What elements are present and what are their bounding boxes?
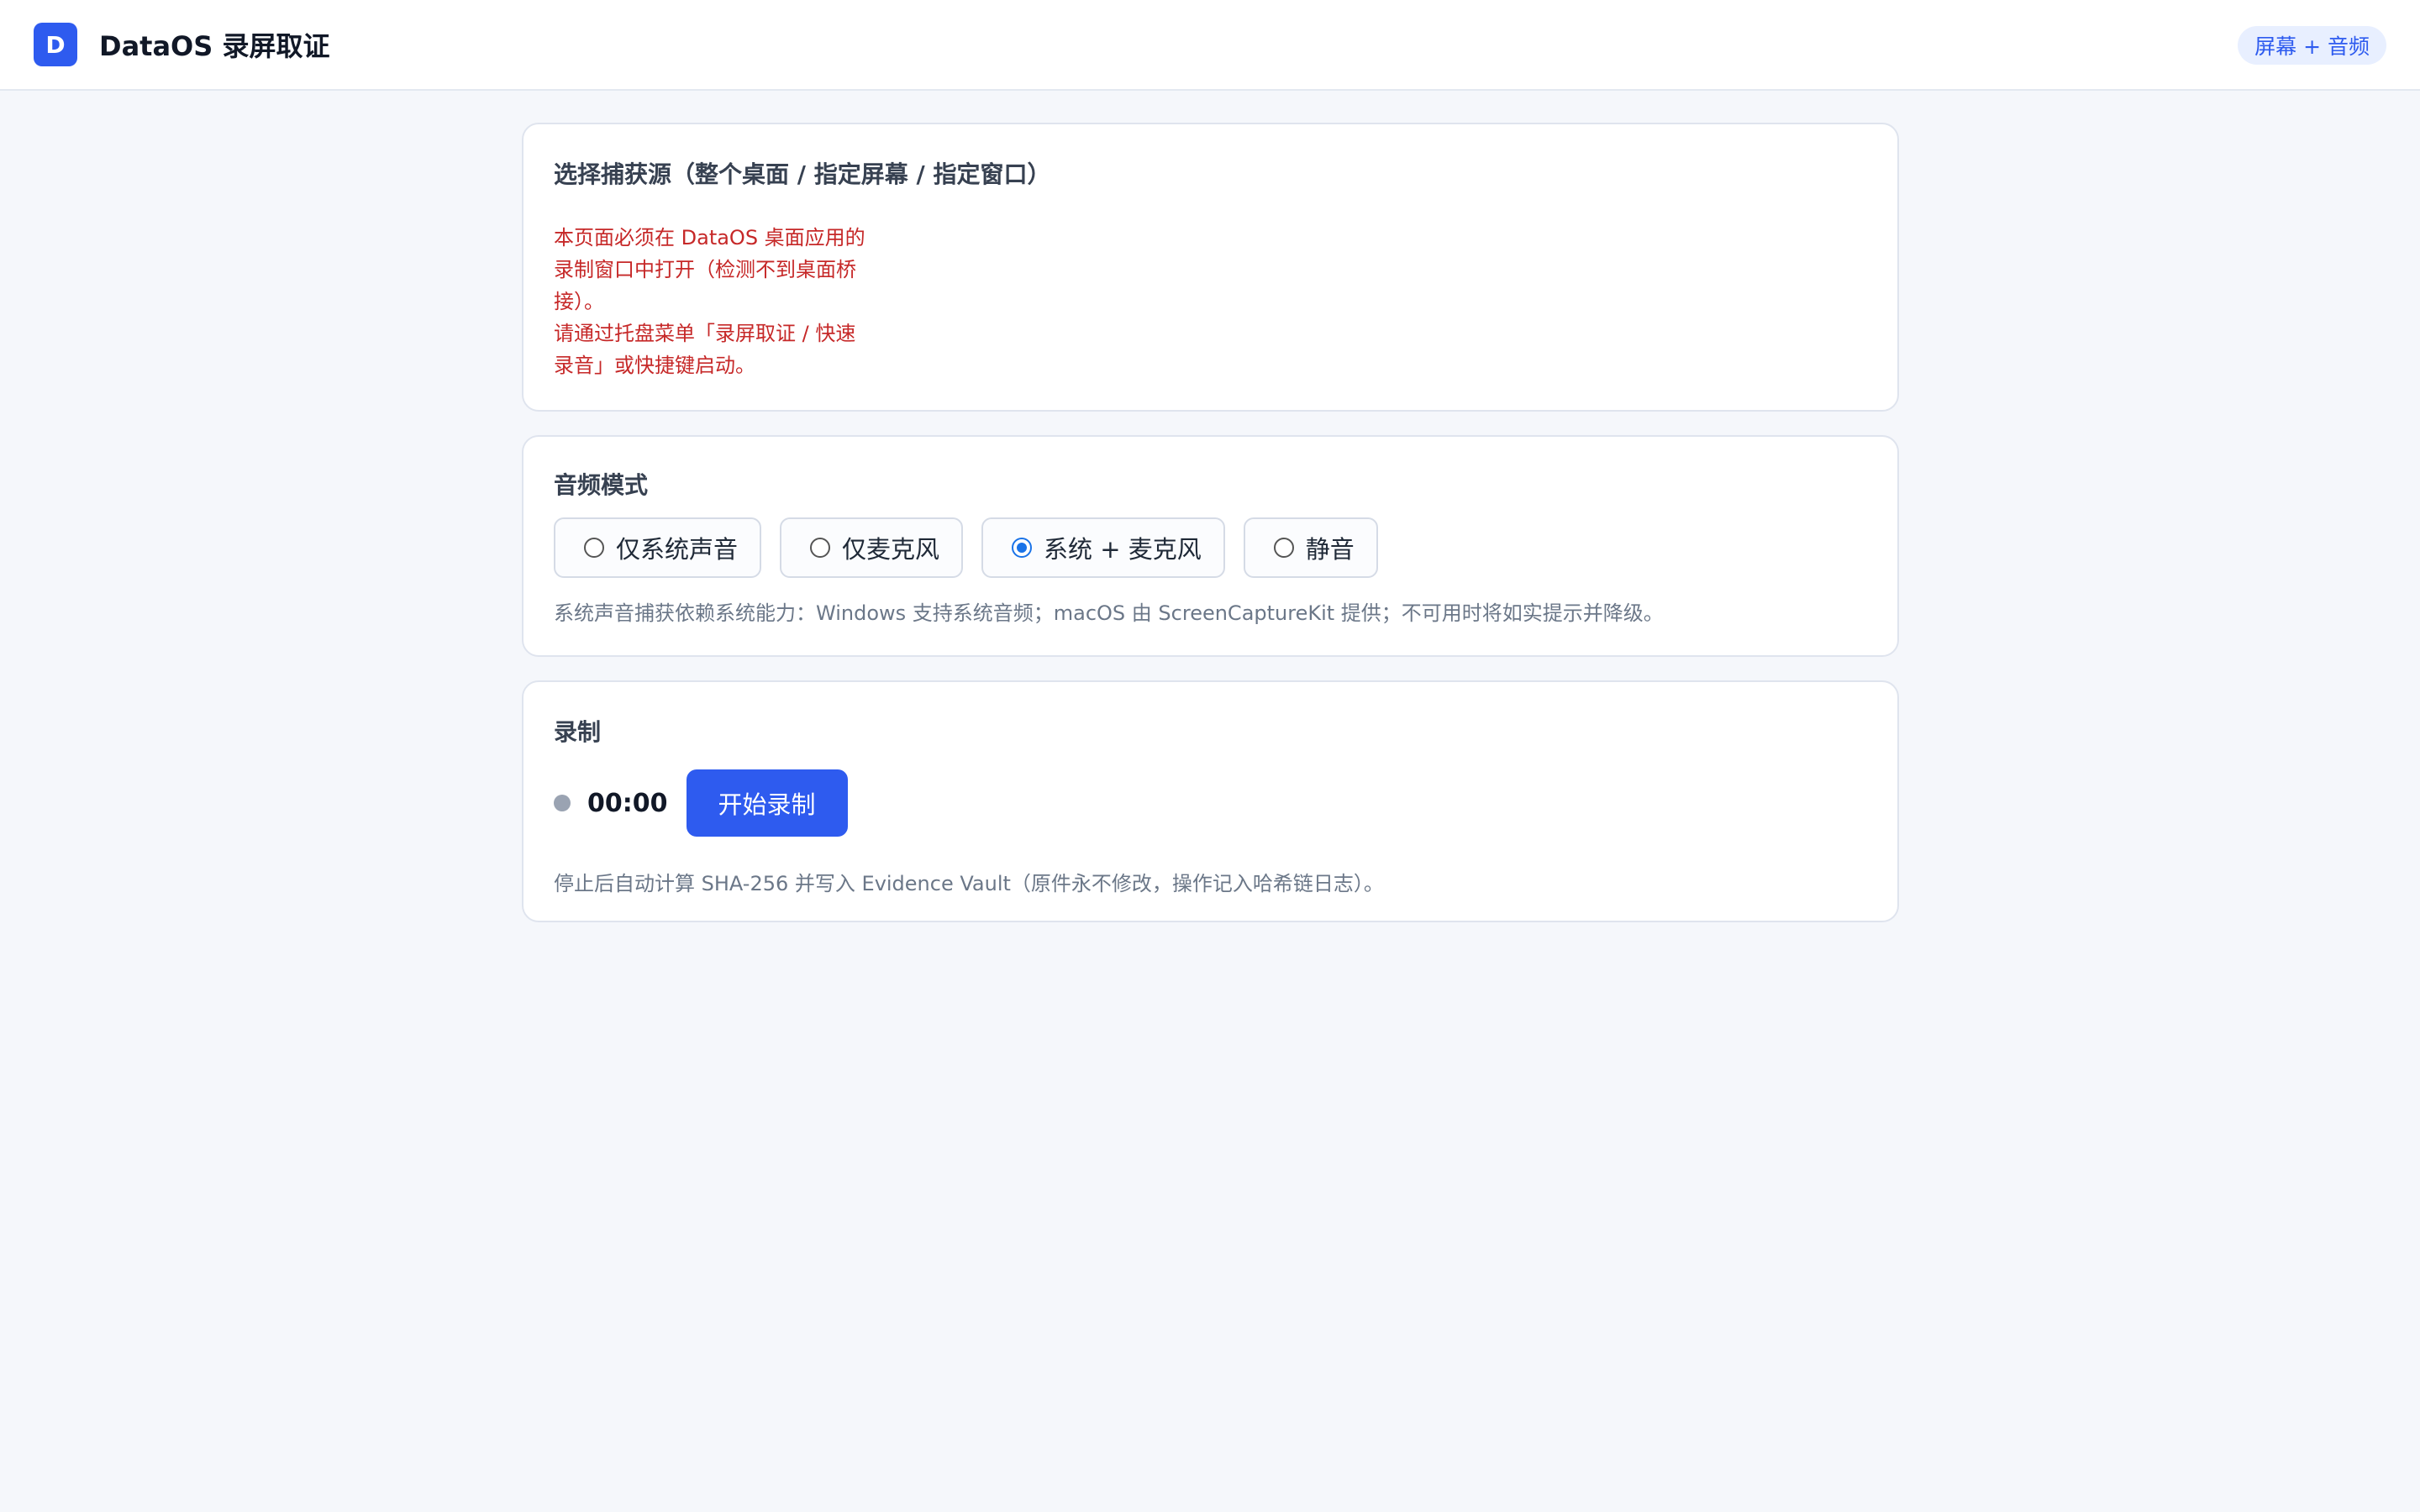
mode-badge: 屏幕 + 音频: [2238, 26, 2386, 65]
audio-mode-hint: 系统声音捕获依赖系统能力：Windows 支持系统音频；macOS 由 Scre…: [554, 601, 1664, 625]
audio-mode-title: 音频模式: [554, 471, 649, 499]
audio-option-system-mic[interactable]: 系统 + 麦克风: [981, 517, 1225, 578]
app-title: DataOS 录屏取证: [99, 30, 330, 62]
warning-line: 请通过托盘菜单「录屏取证 / 快速: [554, 322, 856, 345]
audio-option-system[interactable]: 仅系统声音: [554, 517, 762, 578]
audio-mode-radio-group: 仅系统声音 仅麦克风 系统 + 麦克风 静音: [554, 517, 1867, 578]
app-logo: D: [34, 23, 77, 66]
audio-option-label: 仅系统声音: [616, 535, 739, 564]
recording-status-dot-icon: [554, 795, 571, 811]
capture-source-title: 选择捕获源（整个桌面 / 指定屏幕 / 指定窗口）: [554, 160, 1051, 188]
radio-button-icon[interactable]: [810, 538, 831, 558]
radio-button-icon[interactable]: [584, 538, 604, 558]
recording-title: 录制: [554, 718, 602, 746]
start-recording-button[interactable]: 开始录制: [686, 769, 848, 837]
radio-button-checked-icon[interactable]: [1012, 538, 1033, 558]
bridge-warning: 本页面必须在 DataOS 桌面应用的 录制窗口中打开（检测不到桌面桥 接）。 …: [554, 222, 1867, 381]
recording-controls: 00:00 开始录制: [554, 769, 1867, 837]
radio-button-icon[interactable]: [1273, 538, 1294, 558]
warning-line: 接）。: [554, 290, 604, 313]
audio-option-label: 静音: [1305, 535, 1355, 564]
audio-option-label: 系统 + 麦克风: [1044, 535, 1202, 564]
audio-option-mute[interactable]: 静音: [1243, 517, 1378, 578]
capture-source-card: 选择捕获源（整个桌面 / 指定屏幕 / 指定窗口） 本页面必须在 DataOS …: [522, 123, 1899, 412]
warning-line: 录制窗口中打开（检测不到桌面桥: [554, 258, 856, 281]
audio-option-label: 仅麦克风: [842, 535, 940, 564]
audio-mode-card: 音频模式 仅系统声音 仅麦克风 系统 + 麦克风 静音 系统声音捕获依赖系统能力…: [522, 435, 1899, 657]
recording-card: 录制 00:00 开始录制 停止后自动计算 SHA-256 并写入 Eviden…: [522, 680, 1899, 922]
warning-line: 录音」或快捷键启动。: [554, 354, 755, 377]
recording-hint: 停止后自动计算 SHA-256 并写入 Evidence Vault（原件永不修…: [554, 872, 1384, 895]
recording-timer: 00:00: [587, 788, 668, 818]
audio-option-mic[interactable]: 仅麦克风: [780, 517, 964, 578]
top-bar: D DataOS 录屏取证 屏幕 + 音频: [0, 0, 2420, 91]
warning-line: 本页面必须在 DataOS 桌面应用的: [554, 226, 865, 249]
